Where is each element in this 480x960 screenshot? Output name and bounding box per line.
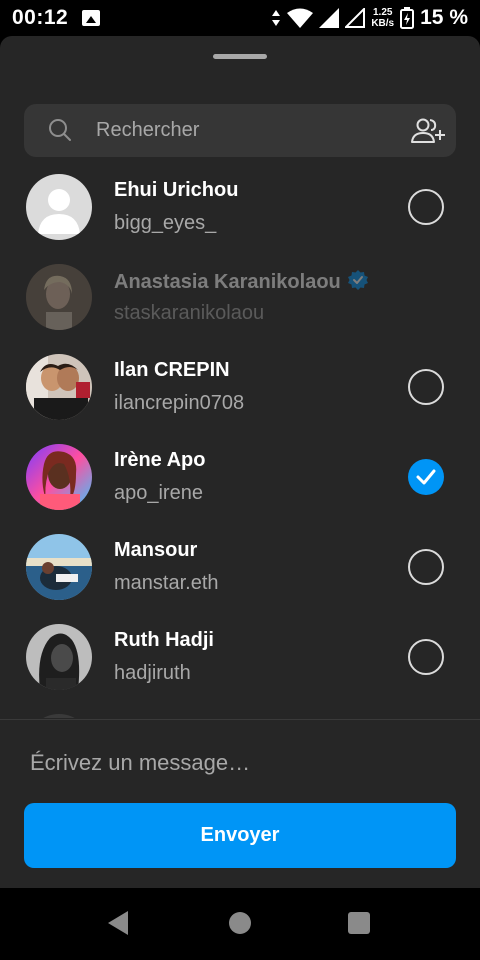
contact-list: Ehui Urichou bigg_eyes_ Anastasia Karani… <box>0 162 480 718</box>
contact-row[interactable]: Irène Apo apo_irene <box>0 432 480 522</box>
avatar <box>26 624 92 690</box>
contact-username: hadjiruth <box>114 662 191 684</box>
search-input[interactable] <box>96 104 396 157</box>
contact-username: ilancrepin0708 <box>114 392 245 414</box>
drag-handle[interactable] <box>213 54 267 59</box>
contact-name: Ruth Hadji <box>114 629 214 651</box>
select-radio[interactable] <box>408 549 444 585</box>
status-time: 00:12 <box>12 6 69 29</box>
network-speed-value: 1.25 <box>372 7 393 18</box>
gallery-notification-icon <box>82 10 101 26</box>
contact-name: Ilan CREPIN <box>114 359 230 381</box>
send-button[interactable]: Envoyer <box>24 803 456 868</box>
status-indicators: 1.25 KB/s 15 % <box>271 6 468 30</box>
contact-username: apo_irene <box>114 482 203 504</box>
battery-charging-icon <box>400 7 415 29</box>
avatar <box>26 354 92 420</box>
search-bar[interactable] <box>24 104 456 157</box>
divider <box>0 719 480 720</box>
recents-icon[interactable] <box>348 912 370 934</box>
contact-username: staskaranikolaou <box>114 302 265 324</box>
verified-badge-icon <box>347 270 368 290</box>
contact-username: bigg_eyes_ <box>114 212 217 234</box>
status-bar: 00:12 1.25 KB/s 15 % <box>0 0 480 36</box>
signal-empty-icon <box>345 8 366 28</box>
contact-username: manstar.eth <box>114 572 219 594</box>
navigation-bar <box>0 888 480 960</box>
contact-row-partial[interactable] <box>0 702 480 718</box>
message-input[interactable] <box>30 736 450 790</box>
contact-name-text: Anastasia Karanikolaou <box>114 271 341 293</box>
contact-row[interactable]: Mansour manstar.eth <box>0 522 480 612</box>
contact-name: Ehui Urichou <box>114 179 239 201</box>
data-transfer-icon <box>272 10 281 26</box>
back-icon[interactable] <box>108 911 128 935</box>
avatar <box>26 444 92 510</box>
select-radio[interactable] <box>408 189 444 225</box>
select-radio-checked[interactable] <box>408 459 444 495</box>
share-sheet: Ehui Urichou bigg_eyes_ Anastasia Karani… <box>0 36 480 888</box>
avatar <box>26 264 92 330</box>
contact-row[interactable]: Ilan CREPIN ilancrepin0708 <box>0 342 480 432</box>
contact-row[interactable]: Ehui Urichou bigg_eyes_ <box>0 162 480 252</box>
battery-percentage: 15 % <box>420 6 468 29</box>
avatar <box>26 534 92 600</box>
contact-name: Anastasia Karanikolaou <box>114 269 369 294</box>
search-icon <box>49 119 71 141</box>
select-radio[interactable] <box>408 369 444 405</box>
select-radio[interactable] <box>408 639 444 675</box>
contact-name: Mansour <box>114 539 198 561</box>
contact-row: Anastasia Karanikolaou staskaranikolaou <box>0 252 480 342</box>
contact-name: Irène Apo <box>114 449 206 471</box>
network-speed: 1.25 KB/s <box>371 7 394 29</box>
contact-row[interactable]: Ruth Hadji hadjiruth <box>0 612 480 702</box>
home-icon[interactable] <box>229 912 251 934</box>
signal-full-icon <box>319 8 340 28</box>
avatar-default <box>26 174 92 240</box>
avatar <box>26 714 92 718</box>
add-people-icon[interactable] <box>410 116 446 146</box>
checkmark-icon <box>416 469 436 485</box>
wifi-icon <box>287 8 314 28</box>
network-speed-unit: KB/s <box>371 18 395 29</box>
